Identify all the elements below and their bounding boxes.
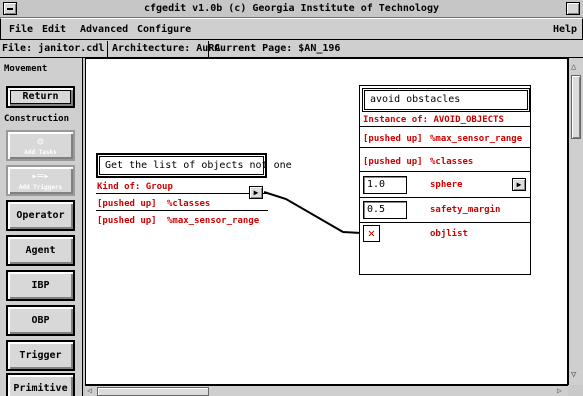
sphere-label: sphere	[430, 180, 463, 190]
ibp-button[interactable]: IBP	[6, 270, 75, 301]
menu-advanced[interactable]: Advanced	[80, 24, 128, 35]
objlist-label: objlist	[430, 229, 468, 239]
scroll-up-icon[interactable]: △	[571, 62, 576, 72]
trigger-arrow-icon: ▸═▸	[31, 171, 50, 182]
add-triggers-button[interactable]: ▸═▸ Add Triggers	[6, 165, 75, 196]
add-tasks-label: Add Tasks	[24, 149, 57, 156]
sphere-port-button[interactable]: ▶	[512, 178, 526, 191]
add-tasks-button[interactable]: ◎ Add Tasks	[6, 130, 75, 161]
movement-heading: Movement	[4, 64, 48, 74]
menu-file[interactable]: File	[9, 24, 33, 35]
scroll-left-icon[interactable]: ◁	[87, 386, 92, 395]
vertical-scroll-thumb[interactable]	[571, 75, 581, 139]
horizontal-scroll-thumb[interactable]	[97, 387, 209, 396]
scroll-right-icon[interactable]: ▷	[557, 386, 562, 395]
window-title: cfgedit v1.0b (c) Georgia Institute of T…	[143, 3, 439, 14]
construction-heading: Construction	[4, 114, 70, 124]
workspace-canvas[interactable]: Get the list of objects not one Kind of:…	[85, 58, 568, 385]
menu-bar: File Edit Advanced Configure Help	[0, 18, 583, 40]
obp-button[interactable]: OBP	[6, 305, 75, 336]
task-icon: ◎	[37, 136, 44, 147]
menu-edit[interactable]: Edit	[42, 24, 66, 35]
divider	[359, 171, 531, 172]
safety-margin-label: safety_margin	[430, 205, 501, 215]
avoid-row-state: [pushed up]	[363, 157, 423, 167]
divider	[359, 222, 531, 223]
menu-help[interactable]: Help	[553, 24, 577, 35]
divider	[208, 41, 209, 57]
menu-configure[interactable]: Configure	[137, 24, 191, 35]
info-bar: File: janitor.cdl Architecture: AuRA Cur…	[0, 40, 583, 58]
avoid-row-param: %classes	[430, 157, 474, 167]
current-page-label: Current Page: $AN_196	[214, 43, 341, 54]
safety-margin-input[interactable]: 0.5	[363, 201, 407, 219]
return-button[interactable]: Return	[6, 86, 75, 108]
file-name-label: File: janitor.cdl	[2, 43, 105, 54]
agent-button[interactable]: Agent	[6, 235, 75, 266]
objlist-unlinked-icon[interactable]: ✕	[363, 225, 380, 242]
avoid-row-param: %max_sensor_range	[430, 134, 523, 144]
avoid-node-name-field[interactable]: avoid obstacles	[362, 88, 530, 112]
window-maximize-button[interactable]	[566, 2, 580, 15]
title-bar: cfgedit v1.0b (c) Georgia Institute of T…	[0, 0, 583, 18]
trigger-button[interactable]: Trigger	[6, 340, 75, 371]
sphere-input[interactable]: 1.0	[363, 176, 407, 194]
avoid-instance-label: Instance of: AVOID_OBJECTS	[363, 115, 504, 125]
divider	[359, 197, 531, 198]
divider	[359, 147, 531, 148]
add-triggers-label: Add Triggers	[18, 184, 63, 191]
tool-palette: Movement Return Construction ◎ Add Tasks…	[0, 58, 83, 396]
scroll-down-icon[interactable]: ▽	[571, 370, 576, 380]
avoid-row-state: [pushed up]	[363, 134, 423, 144]
primitive-button[interactable]: Primitive	[6, 373, 75, 396]
architecture-label: Architecture: AuRA	[112, 43, 221, 54]
divider	[107, 41, 108, 57]
horizontal-scrollbar[interactable]: ◁ ▷	[85, 385, 568, 396]
operator-button[interactable]: Operator	[6, 200, 75, 231]
vertical-scrollbar[interactable]: △ ▽	[568, 58, 583, 385]
divider	[359, 126, 531, 127]
